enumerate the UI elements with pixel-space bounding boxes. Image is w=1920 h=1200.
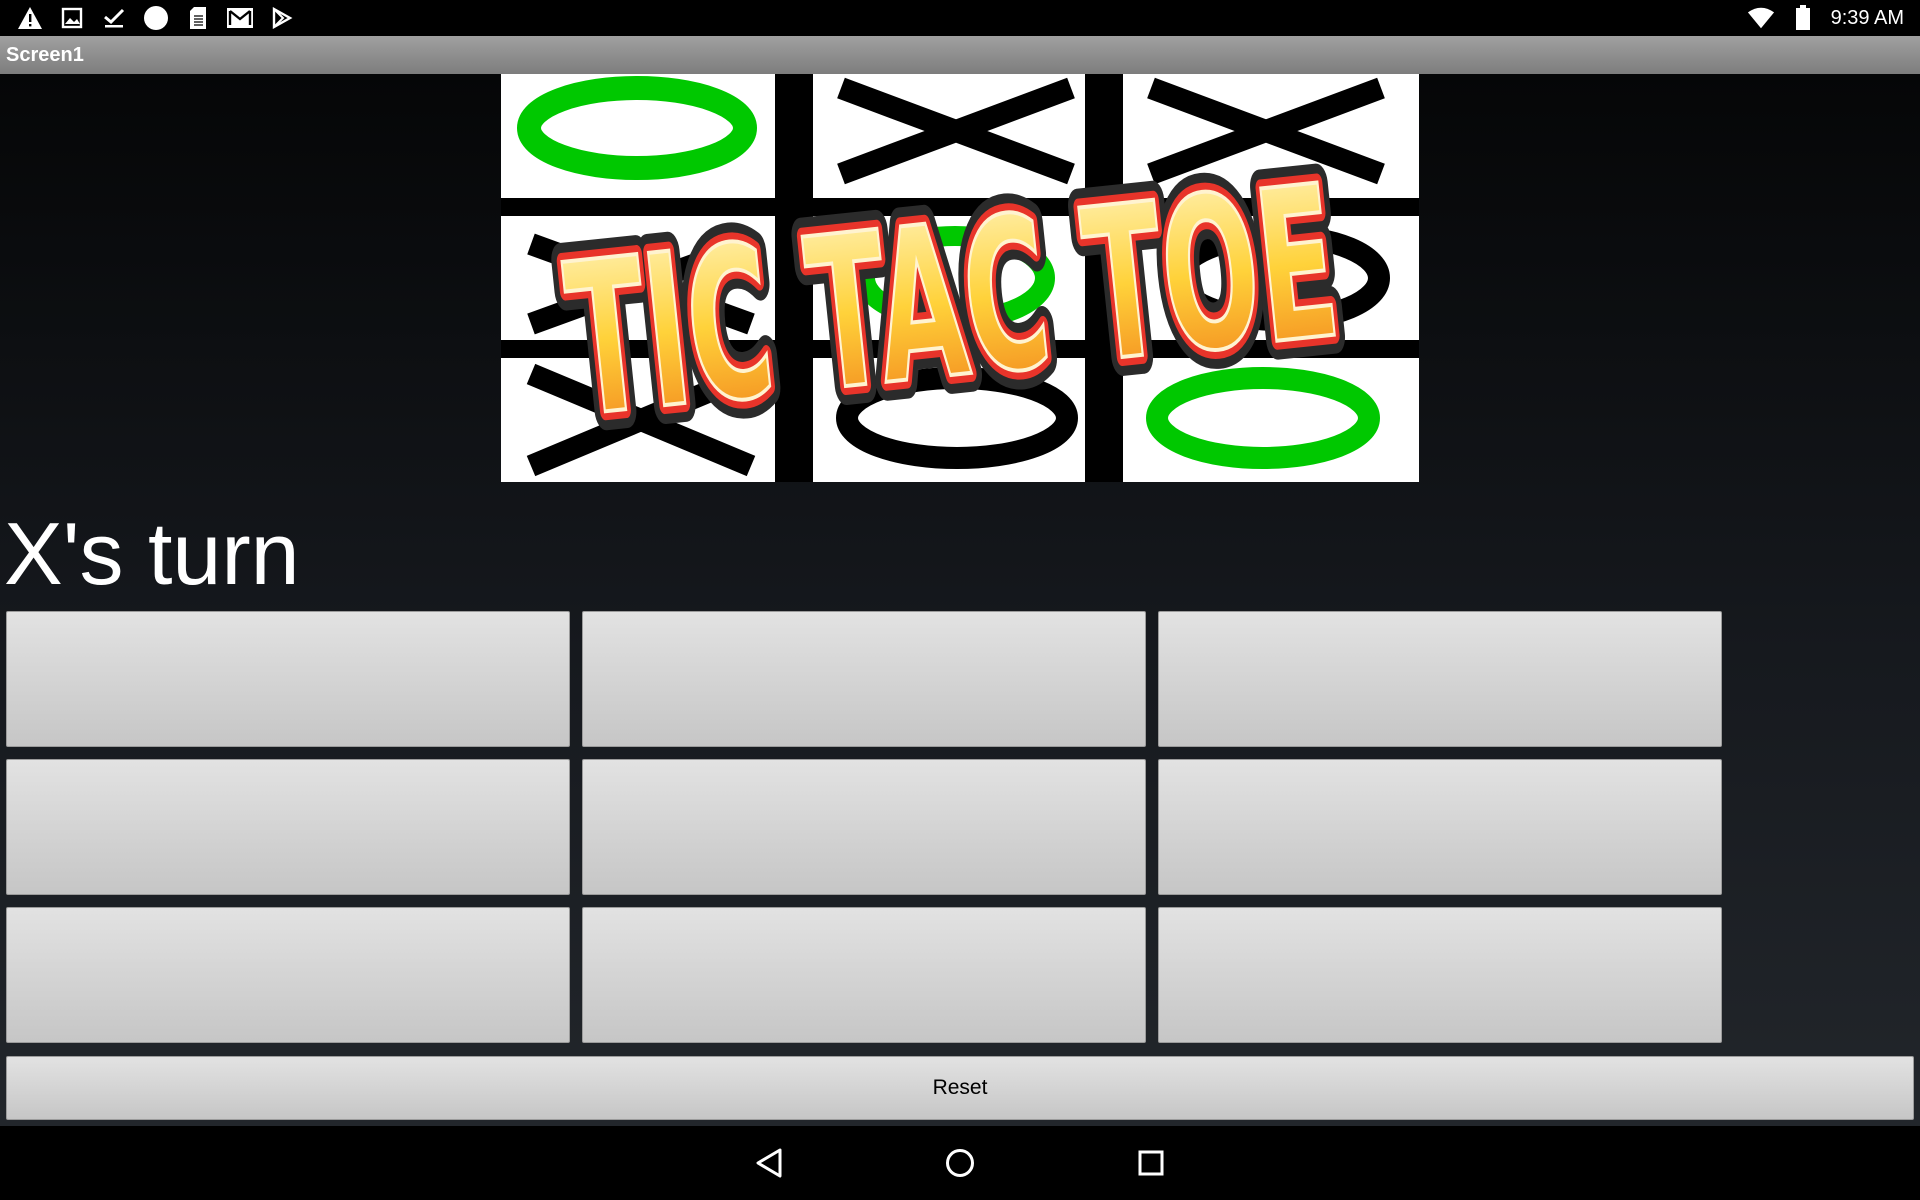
play-store-icon	[268, 4, 296, 32]
board-cell-3[interactable]	[1158, 611, 1722, 747]
gmail-icon	[226, 4, 254, 32]
tic-tac-toe-logo: TIC TAC TOE TIC TAC TOE TIC TAC TOE	[501, 74, 1419, 482]
board-cell-1[interactable]	[6, 611, 570, 747]
title-bar: Screen1	[0, 36, 1920, 74]
warning-icon	[16, 4, 44, 32]
board-cell-9[interactable]	[1158, 907, 1722, 1043]
status-bar: 9:39 AM	[0, 0, 1920, 36]
turn-indicator: X's turn	[4, 504, 300, 603]
reset-button[interactable]: Reset	[6, 1056, 1914, 1120]
logo-image: TIC TAC TOE TIC TAC TOE TIC TAC TOE	[501, 74, 1419, 482]
board-cell-6[interactable]	[1158, 759, 1722, 895]
screen-title: Screen1	[6, 44, 84, 66]
wifi-icon	[1747, 4, 1775, 32]
battery-icon	[1789, 4, 1817, 32]
main-content: TIC TAC TOE TIC TAC TOE TIC TAC TOE X's …	[0, 74, 1920, 1126]
recents-icon[interactable]	[1128, 1140, 1174, 1186]
board-cell-5[interactable]	[582, 759, 1146, 895]
board-cell-8[interactable]	[582, 907, 1146, 1043]
navigation-bar	[0, 1126, 1920, 1200]
app-screen: 9:39 AM Screen1 TIC TAC TIC TAC TIC TAC …	[0, 0, 1920, 1200]
board-cell-7[interactable]	[6, 907, 570, 1043]
sd-card-icon	[184, 4, 212, 32]
clock: 9:39 AM	[1830, 6, 1904, 29]
home-icon[interactable]	[937, 1140, 983, 1186]
board-cell-2[interactable]	[582, 611, 1146, 747]
board-cell-4[interactable]	[6, 759, 570, 895]
system-status: 9:39 AM	[1747, 0, 1904, 36]
notification-icons	[16, 0, 296, 36]
circle-icon	[142, 4, 170, 32]
check-icon	[100, 4, 128, 32]
image-icon	[58, 4, 86, 32]
back-icon[interactable]	[746, 1140, 792, 1186]
